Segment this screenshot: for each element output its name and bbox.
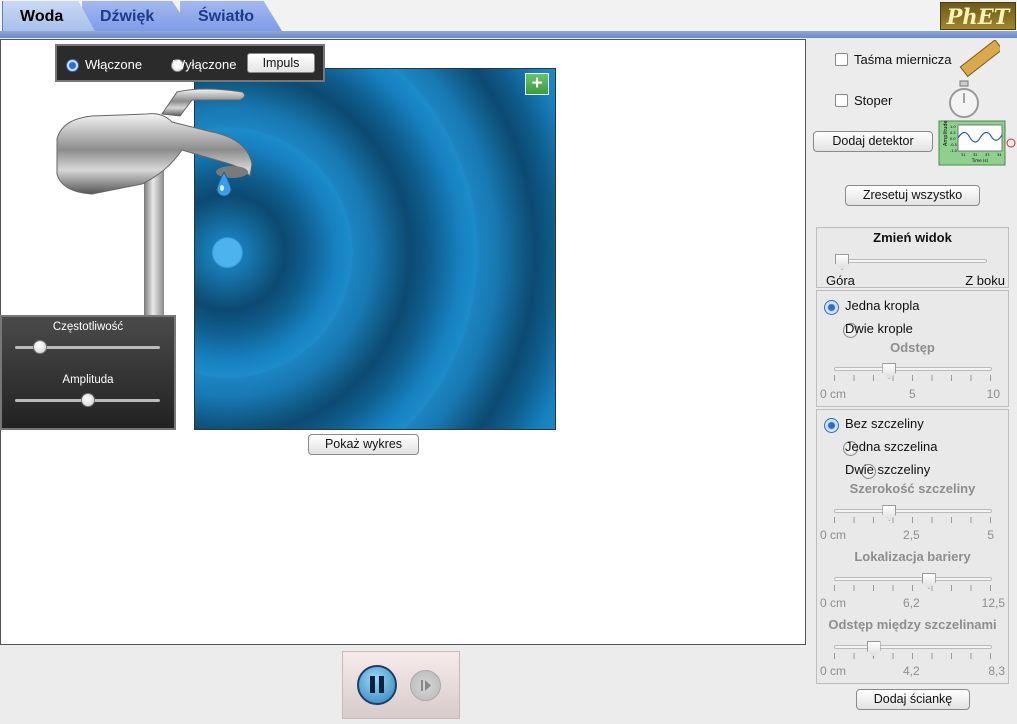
spacing-min: 0 cm bbox=[820, 387, 847, 401]
barrier-mid: 6,2 bbox=[903, 596, 920, 610]
tab-light-label: Światło bbox=[198, 8, 255, 25]
separation-mid: 4,2 bbox=[903, 664, 920, 678]
tab-sound-label: Dźwięk bbox=[100, 8, 155, 25]
drops-group: Jedna kropla Dwie krople Odstęp 0 cm 5 1… bbox=[816, 290, 1009, 407]
spacing-mid: 5 bbox=[909, 387, 916, 401]
tab-light[interactable]: Światło bbox=[180, 1, 282, 31]
barrier-slider-track[interactable] bbox=[834, 577, 992, 581]
measuring-tape-icon[interactable] bbox=[958, 40, 1000, 80]
stopwatch-label: Stoper bbox=[854, 93, 893, 108]
separation-min: 0 cm bbox=[820, 664, 847, 678]
spacing-slider-track[interactable] bbox=[834, 367, 992, 371]
off-label: Wyłączone bbox=[173, 57, 237, 72]
show-graph-button[interactable]: Pokaż wykres bbox=[308, 434, 419, 455]
detector-graph-xtick: 31 bbox=[961, 153, 965, 157]
amplitude-slider-knob[interactable] bbox=[80, 393, 95, 407]
slit-separation-label: Odstęp między szczelinami bbox=[828, 617, 997, 632]
two-drops-label: Dwie krople bbox=[845, 321, 913, 336]
tab-underline bbox=[0, 31, 1017, 38]
two-slits-label: Dwie szczeliny bbox=[845, 462, 931, 477]
pause-button[interactable] bbox=[357, 665, 397, 705]
detector-graph-xtick: 32 bbox=[973, 153, 977, 157]
view-left-label: Góra bbox=[826, 273, 855, 288]
slit-width-ticks bbox=[834, 517, 994, 523]
step-forward-icon bbox=[421, 680, 431, 691]
slit-width-label: Szerokość szczeliny bbox=[849, 481, 976, 496]
pulse-button[interactable]: Impuls bbox=[247, 53, 315, 73]
add-detector-button[interactable]: Dodaj detektor bbox=[813, 131, 933, 152]
amplitude-label: Amplituda bbox=[62, 374, 114, 386]
zoom-plus-icon[interactable]: + bbox=[525, 73, 549, 95]
slit-width-mid: 2,5 bbox=[903, 528, 920, 542]
measuring-tape-checkbox[interactable] bbox=[835, 53, 848, 66]
step-button[interactable] bbox=[410, 670, 441, 701]
detector-graph-xlabel: Time (s) bbox=[971, 158, 989, 163]
on-label: Włączone bbox=[85, 57, 143, 72]
pause-icon bbox=[370, 676, 384, 693]
one-drop-label: Jedna kropla bbox=[845, 298, 920, 313]
faucet-control-panel: Włączone Wyłączone Impuls bbox=[55, 44, 325, 82]
detector-graph-ytick: -1.0 bbox=[950, 149, 957, 153]
one-slit-label: Jedna szczelina bbox=[845, 439, 938, 454]
barrier-ticks bbox=[834, 585, 994, 591]
tab-water[interactable]: Woda bbox=[2, 1, 95, 31]
barrier-location-label: Lokalizacja bariery bbox=[854, 549, 971, 564]
detector-graph-ytick: 1.0 bbox=[950, 125, 956, 129]
separation-ticks bbox=[834, 653, 994, 659]
detector-graph-icon[interactable]: Amplitude 1.0 0.5 0.0 -0.5 -1.0 31 32 33 34 Tim… bbox=[938, 120, 1017, 166]
phet-logo: PhET bbox=[940, 2, 1016, 30]
frequency-slider-knob[interactable] bbox=[32, 340, 47, 354]
on-radio[interactable] bbox=[66, 59, 79, 73]
slits-group: Bez szczeliny Jedna szczelina Dwie szcze… bbox=[816, 409, 1009, 684]
separation-max: 8,3 bbox=[988, 664, 1005, 678]
view-group: Zmień widok Góra Z boku bbox=[816, 227, 1009, 288]
detector-graph-ytick: 0.0 bbox=[950, 137, 956, 141]
barrier-max: 12,5 bbox=[981, 596, 1005, 610]
frequency-label: Częstotliwość bbox=[52, 321, 124, 333]
detector-graph-xtick: 33 bbox=[985, 153, 989, 157]
measuring-tape-label: Taśma miernicza bbox=[854, 52, 952, 67]
detector-graph-ytick: -0.5 bbox=[950, 143, 957, 147]
spacing-max: 10 bbox=[986, 387, 1000, 401]
barrier-min: 0 cm bbox=[820, 596, 847, 610]
stopwatch-checkbox[interactable] bbox=[835, 94, 848, 107]
slit-width-max: 5 bbox=[987, 528, 994, 542]
view-title: Zmień widok bbox=[873, 230, 952, 245]
tab-sound[interactable]: Dźwięk bbox=[82, 1, 192, 31]
view-slider-track[interactable] bbox=[839, 259, 987, 263]
slit-width-slider-track[interactable] bbox=[834, 509, 992, 513]
no-slit-label: Bez szczeliny bbox=[845, 416, 924, 431]
spacing-label: Odstęp bbox=[890, 340, 935, 355]
slit-width-min: 0 cm bbox=[820, 528, 847, 542]
water-drop-icon bbox=[216, 172, 232, 197]
spacing-ticks bbox=[834, 375, 994, 381]
reset-all-button[interactable]: Zresetuj wszystko bbox=[845, 185, 980, 206]
view-right-label: Z boku bbox=[965, 273, 1005, 288]
source-panel: Częstotliwość Amplituda bbox=[0, 315, 176, 430]
tab-water-label: Woda bbox=[20, 8, 64, 25]
separation-slider-track[interactable] bbox=[834, 645, 992, 649]
add-wall-button[interactable]: Dodaj ściankę bbox=[856, 689, 970, 710]
no-slit-radio[interactable] bbox=[824, 418, 839, 434]
detector-graph-ytick: 0.5 bbox=[950, 131, 956, 135]
detector-graph-ylabel: Amplitude bbox=[943, 120, 949, 146]
stopwatch-icon[interactable] bbox=[947, 80, 981, 120]
view-slider-thumb[interactable] bbox=[835, 254, 849, 270]
detector-graph-xtick: 34 bbox=[997, 153, 1002, 157]
one-drop-radio[interactable] bbox=[824, 300, 839, 316]
